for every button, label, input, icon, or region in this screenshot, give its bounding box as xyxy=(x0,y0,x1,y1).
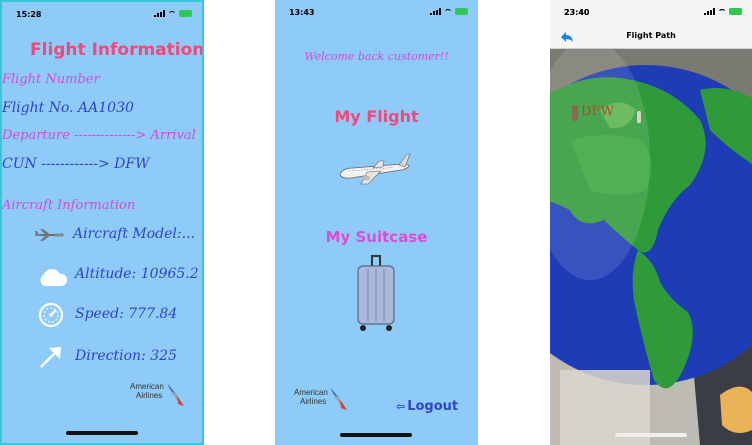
airplane-image[interactable] xyxy=(337,152,411,186)
suitcase-image[interactable] xyxy=(353,253,399,333)
battery-icon xyxy=(455,8,468,15)
route-value: CUN ------------> DFW xyxy=(2,156,150,172)
status-time: 13:43 xyxy=(289,8,315,17)
status-time: 15:28 xyxy=(16,10,42,19)
logout-label: Logout xyxy=(407,399,459,414)
battery-icon xyxy=(729,8,742,15)
altitude-value: Altitude: 10965.2 xyxy=(75,266,199,282)
speed-value: Speed: 777.84 xyxy=(75,306,178,322)
nav-bar: Flight Path xyxy=(550,26,752,49)
status-icons xyxy=(704,8,742,15)
logout-button[interactable]: ⇦ Logout xyxy=(396,399,458,414)
signal-icon xyxy=(154,10,165,17)
origin-label: DFW xyxy=(581,104,614,119)
status-bar: 15:28 xyxy=(2,10,202,24)
status-bar: 13:43 xyxy=(275,8,478,22)
plane-marker-icon xyxy=(637,111,641,123)
arrow-up-right-icon xyxy=(40,347,61,368)
route-label: Departure --------------> Arrival xyxy=(2,128,196,143)
globe-image xyxy=(550,40,752,389)
american-airlines-logo: American Airlines xyxy=(130,382,164,400)
home-indicator xyxy=(340,433,412,437)
status-time: 23:40 xyxy=(564,8,590,17)
flight-path-screen: DFW 23:40 23:40 Flight Path xyxy=(550,0,752,445)
welcome-text: Welcome back customer!! xyxy=(304,50,449,63)
logo-line-1: American xyxy=(294,388,328,397)
plane-marker-icon xyxy=(572,105,578,121)
home-indicator xyxy=(66,431,138,435)
logo-line-2: Airlines xyxy=(136,391,163,400)
status-icons xyxy=(154,10,192,17)
logout-arrow-icon: ⇦ xyxy=(396,400,406,413)
wifi-icon xyxy=(444,8,452,15)
aircraft-model-value: Aircraft Model:... xyxy=(73,226,195,242)
aa-flight-symbol-icon xyxy=(167,383,184,406)
signal-icon xyxy=(430,8,441,15)
cloud-icon xyxy=(40,269,68,286)
status-icons xyxy=(430,8,468,15)
menu-screen: 13:43 Welcome back customer!! My Flight … xyxy=(275,0,478,445)
ar-camera-view xyxy=(550,0,752,445)
flight-number-label: Flight Number xyxy=(2,72,100,87)
flight-info-screen: 15:28 Flight Information Flight Number F… xyxy=(0,0,204,445)
status-bar-overlay: 23:40 xyxy=(550,8,752,22)
nav-title: Flight Path xyxy=(626,31,676,40)
wifi-icon xyxy=(718,8,726,15)
wifi-icon xyxy=(168,10,176,17)
signal-icon xyxy=(704,8,715,15)
aircraft-info-label: Aircraft Information xyxy=(2,198,136,213)
speedometer-icon xyxy=(38,302,64,328)
home-indicator xyxy=(615,433,687,437)
aa-flight-symbol-icon xyxy=(330,387,347,410)
direction-value: Direction: 325 xyxy=(75,348,177,364)
plane-icon xyxy=(34,229,64,241)
flight-number-value: Flight No. AA1030 xyxy=(2,100,134,116)
page-title: Flight Information xyxy=(30,40,204,60)
battery-icon xyxy=(179,10,192,17)
logo-line-1: American xyxy=(130,382,164,391)
american-airlines-logo: American Airlines xyxy=(294,388,328,406)
logo-line-2: Airlines xyxy=(300,397,327,406)
my-flight-button[interactable]: My Flight xyxy=(275,107,478,126)
my-suitcase-button[interactable]: My Suitcase xyxy=(275,228,478,246)
